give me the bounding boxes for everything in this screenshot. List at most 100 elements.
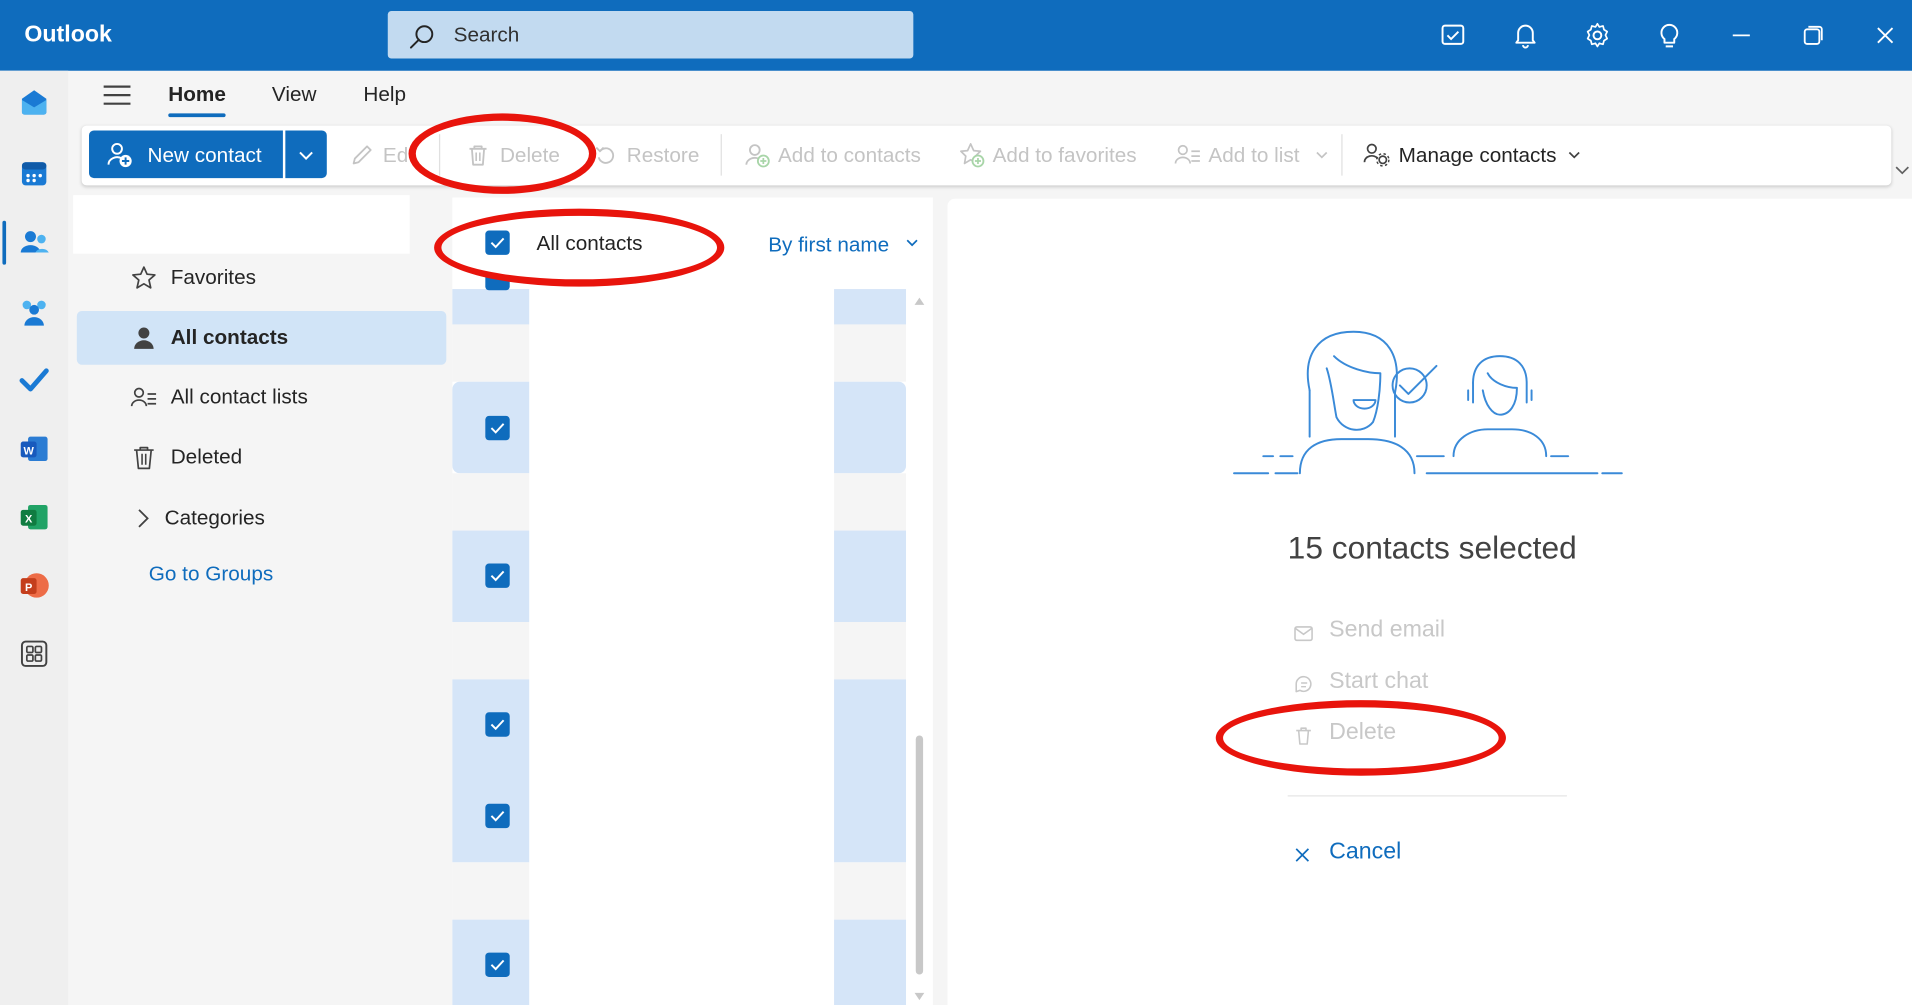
checkmark-icon [490,719,505,731]
search-icon [409,25,434,49]
folder-label: Categories [164,506,265,530]
list-item[interactable] [452,324,530,382]
excel-icon[interactable]: X [17,500,51,534]
groups-icon[interactable] [17,294,51,328]
list-item[interactable] [452,679,530,863]
calendar-icon[interactable] [17,156,51,190]
mail-icon [1294,626,1313,642]
ribbon-expand-icon[interactable] [1894,161,1911,178]
folder-label: All contacts [170,325,289,349]
trash-icon [134,446,154,470]
bell-icon[interactable] [1511,21,1540,50]
chevron-down-icon [1316,151,1328,159]
person-icon [134,327,154,349]
annotation-circle-ribbon-delete [408,113,597,194]
list-item[interactable] [452,289,530,325]
restore-arrow-icon [595,146,615,164]
pencil-icon [352,145,372,165]
new-contact-button[interactable]: New contact [89,130,283,179]
title-bar: Outlook Search [0,0,1912,71]
app-rail [0,70,69,1005]
svg-text:W: W [23,445,34,457]
list-item-edge [834,919,907,1005]
list-item-edge [834,622,907,680]
ribbon-separator [1341,134,1343,176]
folder-label: Favorites [170,265,256,290]
outlook-window: Outlook Search W X P Home View Help New … [0,0,1912,1005]
hamburger-menu-icon[interactable] [102,84,131,106]
word-icon[interactable]: W [17,432,51,466]
chat-icon [1295,675,1312,693]
add-person-icon [107,142,132,168]
folder-favorites[interactable]: Favorites [77,251,446,305]
folder-all-contacts[interactable]: All contacts [76,311,447,365]
add-contact-icon [745,144,770,168]
folder-label: All contact lists [170,385,308,409]
add-to-favorites-button[interactable]: Add to favorites [993,144,1137,168]
folder-categories[interactable]: Categories [77,492,446,546]
my-day-icon[interactable] [1439,21,1468,50]
list-item-edge [834,473,907,531]
folder-all-contact-lists[interactable]: All contact lists [77,371,446,425]
selected-count: 15 contacts selected [1287,529,1577,566]
scrollbar-thumb[interactable] [915,735,924,975]
tab-home[interactable]: Home [168,83,226,107]
list-item-edge [834,289,907,325]
list-item-edge [834,324,907,382]
contact-list-icon [1174,144,1200,164]
new-contact-label: New contact [147,143,262,168]
search-box[interactable]: Search [387,10,914,59]
new-contact-dropdown[interactable] [285,130,327,179]
checkmark-icon [490,570,505,582]
sort-dropdown[interactable]: By first name [768,233,889,257]
list-item[interactable] [452,862,530,920]
checkmark-icon [490,811,505,822]
edit-button[interactable]: Ed [383,144,408,168]
chevron-down-icon[interactable] [905,235,920,250]
close-icon[interactable] [1871,21,1900,50]
row-checkbox[interactable] [485,712,510,737]
restore-button[interactable]: Restore [627,144,700,168]
add-to-contacts-button[interactable]: Add to contacts [778,144,921,168]
lightbulb-icon[interactable] [1655,21,1684,50]
apps-icon[interactable] [17,637,51,671]
restore-icon[interactable] [1799,21,1828,50]
chevron-right-icon [138,509,149,528]
tab-help[interactable]: Help [363,83,406,107]
star-icon [132,266,156,289]
row-checkbox[interactable] [485,803,510,829]
chevron-down-icon [1568,151,1580,159]
scroll-down-icon[interactable] [913,992,925,1002]
rail-active-indicator [2,220,7,265]
go-to-groups-link[interactable]: Go to Groups [149,562,273,586]
list-item[interactable] [452,622,530,680]
add-to-list-button[interactable]: Add to list [1208,144,1299,168]
powerpoint-icon[interactable]: P [17,568,51,602]
manage-contacts-icon [1363,143,1390,167]
minimize-icon[interactable] [1727,21,1756,50]
manage-contacts-button[interactable]: Manage contacts [1399,144,1557,168]
add-favorite-icon [960,143,985,168]
folder-pane-header [73,195,410,254]
send-email-label: Send email [1329,617,1446,643]
chevron-down-icon [299,151,313,160]
svg-text:P: P [25,582,32,594]
checkmark-icon [490,423,505,434]
mail-icon[interactable] [17,85,51,119]
tab-view[interactable]: View [272,83,317,107]
people-icon[interactable] [17,226,51,260]
scroll-up-icon[interactable] [913,296,925,306]
start-chat-label: Start chat [1329,668,1429,695]
list-item-edge [834,862,907,920]
annotation-circle-all-contacts [434,208,725,287]
list-item[interactable] [452,473,530,531]
todo-icon[interactable] [17,362,51,396]
row-checkbox[interactable] [485,415,510,441]
row-checkbox[interactable] [485,563,510,588]
gear-icon[interactable] [1583,21,1612,50]
list-item-edge [834,679,907,863]
row-checkbox[interactable] [485,952,510,977]
close-icon [1295,848,1310,862]
folder-deleted[interactable]: Deleted [77,431,446,485]
checkmark-icon [490,959,505,971]
